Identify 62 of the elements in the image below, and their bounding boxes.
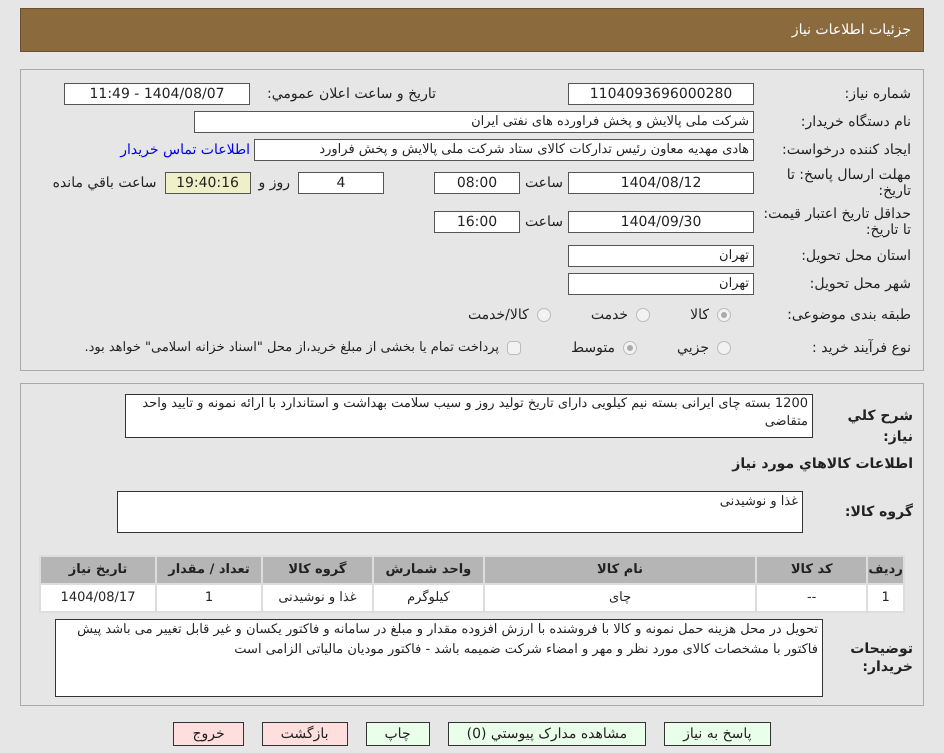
validity-date-field: 1404/09/30 (568, 211, 754, 233)
action-button[interactable]: چاپ (366, 722, 430, 746)
buyer-org-field: شرکت ملی پالایش و پخش فراورده های نفتی ایران (194, 111, 754, 133)
action-button[interactable]: مشاهده مدارک پیوستي (0) (448, 722, 646, 746)
radio-label: خدمت (590, 306, 628, 324)
field-label: گروه کالا: (844, 502, 913, 522)
radio-label: کالا (690, 306, 709, 324)
column-header: ردیف (867, 556, 904, 584)
announce-date-field: 1404/08/07 - 11:49 (64, 83, 250, 105)
radio-button[interactable] (623, 341, 638, 355)
field-label: شرح كلي نياز: (846, 407, 913, 447)
field-label: توضیحات خریدار: (849, 640, 913, 676)
table-cell: غذا و نوشیدنی (262, 584, 373, 612)
buyer-contact-link[interactable]: اطلاعات تماس خریدار (120, 140, 250, 160)
time-label: ساعت (524, 212, 564, 232)
action-button[interactable]: بازگشت (262, 722, 348, 746)
deadline-time-field: 08:00 (434, 172, 520, 194)
province-field: تهران (568, 245, 754, 267)
action-button[interactable]: پاسخ به نیاز (664, 722, 771, 746)
section-title: اطلاعات كالاهاي مورد نياز (730, 455, 913, 474)
goods-group-field: غذا و نوشیدنی (117, 491, 803, 533)
table-cell: -- (756, 584, 868, 612)
page-title: جزئیات اطلاعات نیاز (792, 20, 911, 40)
field-label: مهلت ارسال پاسخ: تا تاریخ: (786, 167, 911, 199)
table-cell: کیلوگرم (372, 584, 484, 612)
remaining-time-field: 19:40:16 (164, 172, 250, 194)
days-field: 4 (298, 172, 384, 194)
radio-button[interactable] (717, 341, 731, 355)
field-label: نوع فرآیند خرید : (811, 340, 911, 356)
field-label: طبقه بندی موضوعی: (786, 307, 911, 323)
need-number-field: 1104093696000280 (568, 83, 754, 105)
radio-button[interactable] (636, 308, 650, 322)
treasury-checkbox[interactable] (507, 341, 522, 355)
remaining-label: ساعت باقي مانده (52, 174, 158, 192)
days-label: روز و (256, 174, 291, 192)
buyer-notes-field: تحویل در محل هزینه حمل نمونه و کالا با فروشنده با ارزش افزوده مقدار و مبلغ در سامانه و فاکتور یکسان و غیر قابل تغییر می باشد پیش فاکتور با مشخصات کالای مورد نظر و مهر و امضاء شرکت ضمیمه باشد - فاکتور مودیان مالیاتی الزامی است (55, 619, 823, 697)
action-button[interactable]: خروج (173, 722, 244, 746)
field-label: شماره نیاز: (844, 86, 911, 102)
requester-field: هادی مهدیه معاون رئیس تدارکات کالای ستاد شرکت ملی پالایش و پخش فراورد (254, 139, 754, 161)
radio-button[interactable] (536, 308, 551, 322)
deadline-date-field: 1404/08/12 (568, 172, 754, 194)
column-header: نام کالا (484, 556, 756, 584)
column-header: تاریخ نیاز (40, 556, 156, 584)
validity-time-field: 16:00 (434, 211, 520, 233)
table-cell: 1404/08/17 (40, 584, 156, 612)
field-label: ایجاد کننده درخواست: (781, 142, 911, 158)
city-field: تهران (568, 273, 754, 295)
field-label: نام دستگاه خریدار: (800, 114, 911, 130)
time-label: ساعت (524, 174, 564, 192)
radio-button[interactable] (717, 308, 731, 322)
field-label: شهر محل تحویل: (808, 276, 911, 292)
table-cell: چای (484, 584, 756, 612)
radio-label: متوسط (571, 338, 616, 358)
table-cell: 1 (867, 584, 904, 612)
field-label: استان محل تحویل: (800, 248, 911, 264)
description-field: 1200 بسته چای ایرانی بسته نیم کیلویی دارای تاریخ تولید روز و سیب سلامت بهداشت و استاندارد با ارائه نمونه و تایید واحد متقاضی (125, 394, 813, 438)
field-label: حداقل تاریخ اعتبار قیمت: تا تاریخ: (762, 206, 911, 238)
field-label: تاريخ و ساعت اعلان عمومي: (266, 86, 436, 102)
radio-label: کالا/خدمت (468, 306, 529, 324)
radio-label: جزيي (677, 338, 709, 358)
table-cell: 1 (156, 584, 262, 612)
treasury-label: پرداخت تمام یا بخشی از مبلغ خرید،از محل "اسناد خزانه اسلامی" خواهد بود. (84, 339, 500, 358)
